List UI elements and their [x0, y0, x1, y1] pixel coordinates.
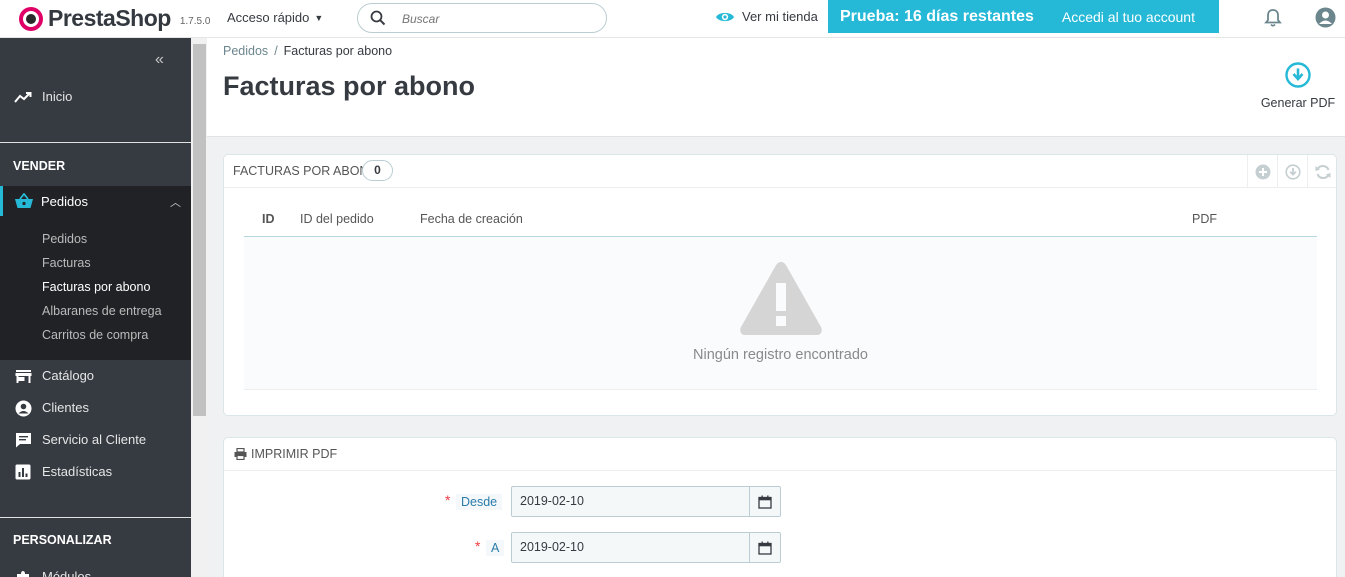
sidebar-group-orders: Pedidos ︿ Pedidos Facturas Facturas por … [0, 186, 191, 360]
notifications-bell-icon[interactable] [1264, 8, 1282, 33]
warning-icon [740, 262, 822, 335]
download-circle-icon [1285, 62, 1311, 88]
from-date-field [511, 486, 781, 517]
puzzle-icon [14, 569, 32, 577]
page-header: Pedidos / Facturas por abono Facturas por … [207, 38, 1345, 137]
sidebar-divider [0, 517, 191, 518]
sidebar-item-label: Catálogo [42, 368, 95, 383]
sidebar-item-customers[interactable]: Clientes [0, 393, 191, 423]
printer-icon [234, 448, 247, 460]
required-marker: * [445, 492, 451, 508]
section-label-customize: PERSONALIZAR [13, 533, 112, 547]
sidebar-item-label: Estadísticas [42, 464, 113, 479]
quick-access-dropdown[interactable]: Acceso rápido ▼ [227, 10, 323, 25]
trial-banner: Prueba: 16 días restantes Accedi al tuo … [828, 0, 1219, 33]
sidebar-item-catalog[interactable]: Catálogo [0, 361, 191, 391]
eye-icon [716, 12, 734, 21]
sidebar-item-label: Servicio al Cliente [42, 432, 147, 447]
trending-up-icon [14, 89, 32, 105]
refresh-button[interactable] [1307, 155, 1337, 188]
table-header-row: ID ID del pedido Fecha de creación PDF [244, 208, 1317, 237]
from-date-input[interactable] [520, 494, 740, 508]
print-pdf-title: IMPRIMIR PDF [251, 447, 338, 461]
quick-access-label: Acceso rápido [227, 10, 310, 25]
sidebar-scrollbar[interactable] [191, 38, 207, 577]
store-icon [14, 368, 32, 384]
breadcrumb-separator: / [274, 44, 278, 58]
logo-text: PrestaShop [48, 5, 171, 31]
export-button[interactable] [1277, 155, 1307, 188]
column-header-id[interactable]: ID [262, 212, 275, 226]
trial-days-text: Prueba: 16 días restantes [840, 7, 1034, 25]
prestashop-logo-icon [19, 6, 43, 31]
chat-icon [14, 432, 32, 448]
section-label-sell: VENDER [13, 159, 66, 173]
page-title: Facturas por abono [223, 71, 476, 101]
calendar-icon[interactable] [749, 487, 780, 516]
sidebar-subitem-carts[interactable]: Carritos de compra [42, 328, 148, 342]
breadcrumb: Pedidos / Facturas por abono [223, 44, 392, 58]
collapse-sidebar-icon[interactable]: « [155, 51, 164, 69]
sidebar-item-orders[interactable]: Pedidos [41, 194, 88, 209]
refresh-icon [1315, 164, 1330, 179]
sidebar-subitem-invoices[interactable]: Facturas [42, 256, 91, 270]
account-link[interactable]: Accedi al tuo account [1062, 9, 1195, 25]
sidebar-subitem-credit-slips[interactable]: Facturas por abono [42, 280, 150, 294]
sidebar-item-label: Clientes [42, 400, 89, 415]
generate-pdf-label: Generar PDF [1260, 96, 1336, 110]
search-input[interactable] [402, 10, 592, 27]
from-date-label: Desde [456, 494, 503, 510]
scrollbar-thumb[interactable] [193, 44, 206, 416]
panel-title: FACTURAS POR ABONO [233, 164, 379, 178]
version-label: 1.7.5.0 [179, 15, 211, 27]
basket-icon [14, 192, 34, 214]
form-row-to: * A [224, 532, 1336, 564]
breadcrumb-link[interactable]: Pedidos [223, 44, 268, 58]
credit-slips-list-panel: FACTURAS POR ABONO 0 ID ID del pedido Fe… [223, 154, 1337, 416]
account-circle-icon [14, 400, 32, 416]
sidebar: « Inicio VENDER Pedidos ︿ Pedidos Factur… [0, 38, 191, 577]
sidebar-item-customer-service[interactable]: Servicio al Cliente [0, 425, 191, 455]
to-date-input[interactable] [520, 540, 740, 554]
bar-chart-icon [14, 464, 32, 480]
add-new-button[interactable] [1247, 155, 1277, 188]
generate-pdf-button[interactable]: Generar PDF [1258, 62, 1338, 110]
top-header: PrestaShop 1.7.5.0 Acceso rápido ▼ Ver m… [0, 0, 1345, 38]
prestashop-logo[interactable]: PrestaShop 1.7.5.0 [19, 5, 210, 32]
download-circle-icon [1284, 163, 1301, 180]
chevron-up-icon[interactable]: ︿ [170, 194, 181, 210]
view-store-link[interactable]: Ver mi tienda [715, 9, 818, 24]
panel-heading: IMPRIMIR PDF [224, 438, 1336, 471]
sidebar-item-label: Inicio [42, 89, 73, 104]
sidebar-item-stats[interactable]: Estadísticas [0, 457, 191, 487]
sidebar-subitem-orders[interactable]: Pedidos [42, 232, 87, 246]
panel-title: IMPRIMIR PDF [234, 447, 337, 461]
sidebar-subitem-delivery-slips[interactable]: Albaranes de entrega [42, 304, 162, 318]
to-date-label: A [486, 540, 505, 556]
required-marker: * [475, 538, 481, 554]
view-store-label: Ver mi tienda [742, 9, 818, 24]
sidebar-divider [0, 142, 191, 143]
sidebar-item-home[interactable]: Inicio [0, 82, 191, 112]
print-pdf-panel: IMPRIMIR PDF * Desde * A [223, 437, 1337, 577]
panel-heading: FACTURAS POR ABONO 0 [224, 155, 1336, 188]
to-date-field [511, 532, 781, 563]
sidebar-item-modules[interactable]: Módulos [0, 562, 191, 577]
column-header-pdf: PDF [1192, 212, 1217, 226]
active-indicator [0, 186, 3, 216]
calendar-icon[interactable] [749, 533, 780, 562]
plus-circle-icon [1255, 164, 1270, 179]
column-header-order-id[interactable]: ID del pedido [300, 212, 374, 226]
search-box [357, 3, 607, 33]
user-avatar-icon[interactable] [1315, 7, 1336, 33]
form-row-from: * Desde [224, 486, 1336, 518]
column-header-date[interactable]: Fecha de creación [420, 212, 523, 226]
empty-message: Ningún registro encontrado [693, 347, 868, 363]
search-icon [370, 10, 386, 26]
caret-down-icon: ▼ [314, 12, 324, 23]
empty-table-state: Ningún registro encontrado [244, 237, 1317, 390]
breadcrumb-current: Facturas por abono [283, 44, 393, 58]
sidebar-item-label: Módulos [42, 569, 92, 577]
count-badge: 0 [362, 160, 393, 181]
